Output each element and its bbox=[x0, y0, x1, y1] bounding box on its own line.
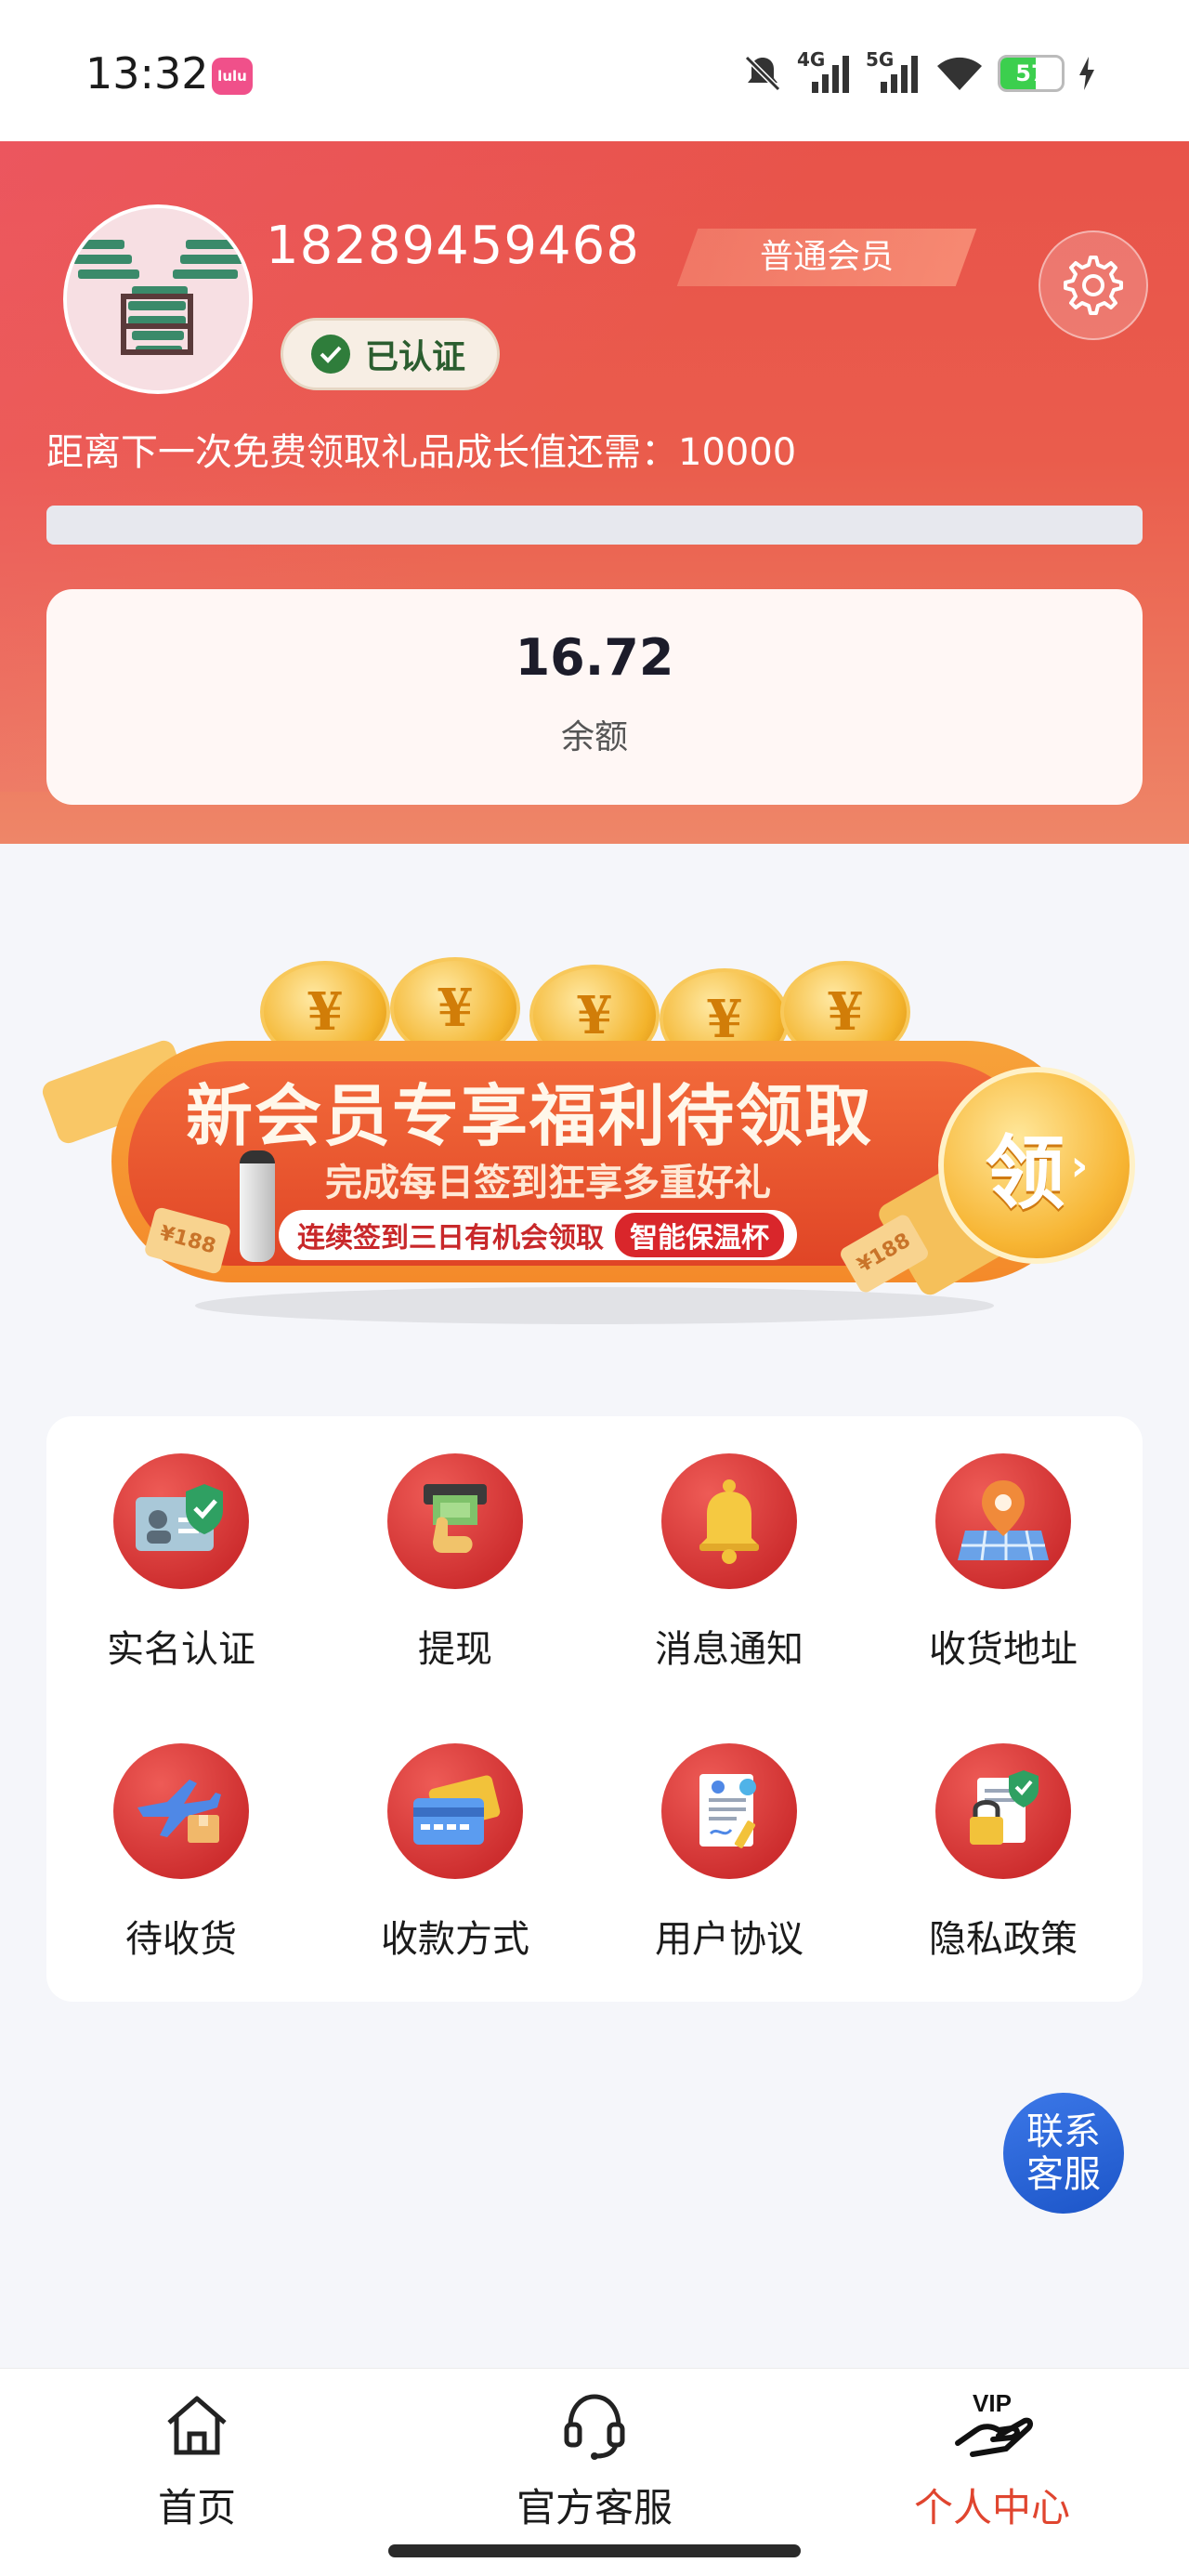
nav-label: 首页 bbox=[157, 2485, 236, 2530]
battery-icon: 57 bbox=[998, 55, 1065, 92]
grid-label: 实名认证 bbox=[107, 1628, 255, 1671]
grid-item-withdraw[interactable]: 提现 bbox=[320, 1416, 590, 1695]
signal-4g-icon: 4G bbox=[797, 48, 853, 95]
claim-button[interactable]: 领 › bbox=[938, 1067, 1135, 1264]
member-level: 普通会员 bbox=[759, 238, 894, 276]
home-indicator[interactable] bbox=[388, 2544, 801, 2557]
grid-label: 用户协议 bbox=[655, 1918, 804, 1961]
grid-item-payment-method[interactable]: 收款方式 bbox=[320, 1706, 590, 1985]
banner-pill-tag: 智能保温杯 bbox=[615, 1213, 784, 1257]
banner-title: 新会员专享福利待领取 bbox=[186, 1077, 874, 1155]
mute-icon bbox=[744, 55, 781, 92]
grid-item-address[interactable]: 收货地址 bbox=[869, 1416, 1138, 1695]
vip-hand-icon: VIP bbox=[862, 2387, 1122, 2462]
grid-label: 消息通知 bbox=[655, 1628, 804, 1671]
verified-label: 已认证 bbox=[365, 338, 466, 376]
user-phone: 18289459468 bbox=[266, 216, 640, 276]
avatar[interactable] bbox=[63, 204, 253, 394]
headset-icon bbox=[464, 2387, 725, 2462]
signal-5g-icon: 5G bbox=[866, 48, 921, 95]
contact-service-button[interactable]: 联系客服 bbox=[1003, 2093, 1124, 2214]
grid-label: 收货地址 bbox=[929, 1628, 1078, 1671]
check-icon bbox=[311, 335, 350, 374]
app-notification-icon: lulu bbox=[212, 58, 253, 95]
function-grid: 实名认证 提现 消息通知 收货地址 待收货 收款方式 用户协议 隐私政策 bbox=[46, 1416, 1143, 2002]
thermos-cup-icon bbox=[240, 1150, 275, 1262]
profile-header: 18289459468 已认证 普通会员 距离下一次免费领取礼品成长值还需：10… bbox=[0, 141, 1189, 844]
grid-item-notifications[interactable]: 消息通知 bbox=[594, 1416, 864, 1695]
nav-label: 个人中心 bbox=[913, 2485, 1070, 2530]
nav-label: 官方客服 bbox=[516, 2485, 673, 2530]
home-icon bbox=[67, 2387, 327, 2462]
chevron-right-icon: › bbox=[1070, 1140, 1089, 1190]
balance-label: 余额 bbox=[560, 718, 628, 756]
status-icons: 4G 5G 57 bbox=[741, 48, 1096, 95]
new-member-banner[interactable]: ¥ ¥ ¥ ¥ ¥ ¥188 ¥188 新会员专享福利待领取 完成每日签到狂享多… bbox=[39, 957, 1143, 1347]
nav-personal-center[interactable]: VIP 个人中心 bbox=[862, 2387, 1122, 2530]
growth-progress-bar bbox=[46, 506, 1143, 545]
banner-pill-text: 连续签到三日有机会领取 bbox=[297, 1222, 604, 1255]
map-pin-icon bbox=[935, 1453, 1071, 1589]
verified-badge: 已认证 bbox=[281, 318, 501, 390]
status-bar: 13:32 lulu 4G 5G 57 bbox=[0, 0, 1189, 141]
grid-item-privacy-policy[interactable]: 隐私政策 bbox=[869, 1706, 1138, 1985]
plane-package-icon bbox=[113, 1743, 249, 1879]
withdraw-icon bbox=[387, 1453, 523, 1589]
grid-label: 收款方式 bbox=[381, 1918, 529, 1961]
balance-value: 16.72 bbox=[515, 628, 674, 687]
credit-card-icon bbox=[387, 1743, 523, 1879]
grid-item-pending-receipt[interactable]: 待收货 bbox=[46, 1706, 316, 1985]
svg-text:VIP: VIP bbox=[973, 2389, 1012, 2417]
grid-item-user-agreement[interactable]: 用户协议 bbox=[594, 1706, 864, 1985]
banner-pill: 连续签到三日有机会领取 智能保温杯 bbox=[279, 1210, 797, 1260]
logo-icon bbox=[67, 208, 249, 390]
balance-card[interactable]: 16.72 余额 bbox=[46, 589, 1143, 805]
bell-icon bbox=[661, 1453, 797, 1589]
grid-label: 待收货 bbox=[125, 1918, 237, 1961]
charging-icon bbox=[1079, 57, 1094, 90]
privacy-lock-icon bbox=[935, 1743, 1071, 1879]
grid-label: 隐私政策 bbox=[929, 1918, 1078, 1961]
contact-service-label: 联系客服 bbox=[1026, 2110, 1101, 2196]
grid-label: 提现 bbox=[418, 1628, 492, 1671]
gear-icon bbox=[1064, 256, 1123, 315]
nav-home[interactable]: 首页 bbox=[67, 2387, 327, 2530]
id-card-icon bbox=[113, 1453, 249, 1589]
settings-button[interactable] bbox=[1039, 230, 1148, 340]
growth-text: 距离下一次免费领取礼品成长值还需：10000 bbox=[46, 431, 797, 474]
agreement-icon bbox=[661, 1743, 797, 1879]
claim-label: 领 bbox=[985, 1126, 1065, 1220]
wifi-icon bbox=[937, 57, 982, 90]
banner-subtitle: 完成每日签到狂享多重好礼 bbox=[325, 1162, 771, 1204]
nav-official-service[interactable]: 官方客服 bbox=[464, 2387, 725, 2530]
status-time: 13:32 bbox=[85, 48, 209, 99]
grid-item-real-name[interactable]: 实名认证 bbox=[46, 1416, 316, 1695]
